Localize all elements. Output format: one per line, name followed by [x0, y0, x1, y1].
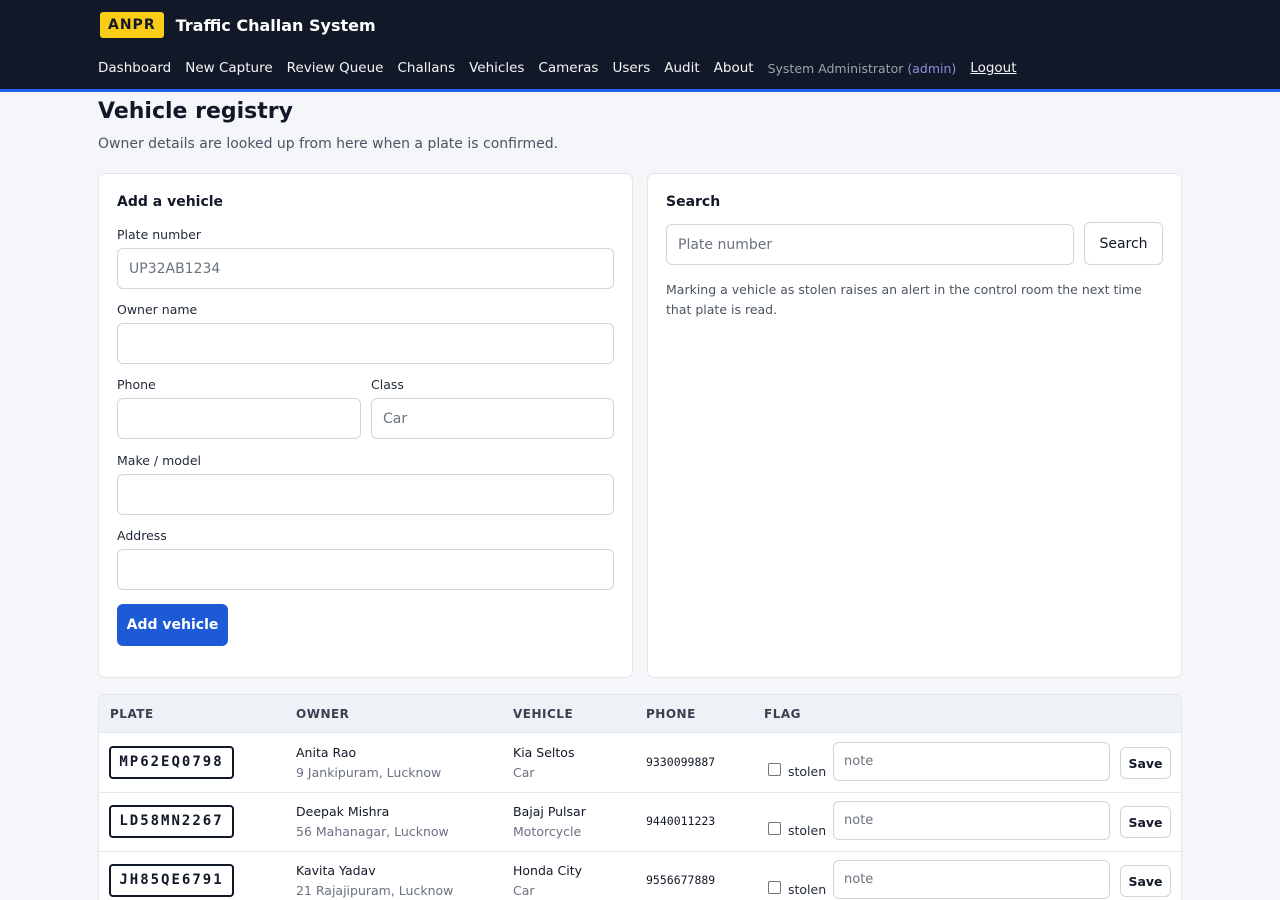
logout-link[interactable]: Logout — [970, 60, 1016, 76]
note-input[interactable] — [833, 742, 1110, 781]
vehicle-model: Honda City — [513, 863, 583, 878]
vehicle-model: Kia Seltos — [513, 745, 575, 760]
table-row: JH85QE6791 Kavita Yadav 21 Rajajipuram, … — [99, 851, 1181, 900]
phone-number: 9556677889 — [646, 873, 716, 887]
owner-name: Anita Rao — [296, 745, 357, 760]
phone-number: 9330099887 — [646, 755, 716, 769]
stolen-label: stolen — [788, 823, 827, 838]
plate-label: Plate number — [117, 227, 202, 242]
column-header-vehicle: VEHICLE — [513, 707, 574, 721]
save-button[interactable]: Save — [1120, 806, 1171, 838]
stolen-label: stolen — [788, 764, 827, 779]
app-title: Traffic Challan System — [175, 15, 376, 35]
stolen-checkbox[interactable] — [768, 763, 781, 776]
owner-label: Owner name — [117, 302, 198, 317]
table-row: MP62EQ0798 Anita Rao 9 Jankipuram, Luckn… — [99, 733, 1181, 793]
plate-badge: JH85QE6791 — [109, 864, 234, 897]
column-header-phone: PHONE — [646, 707, 696, 721]
anpr-badge: ANPR — [100, 12, 164, 38]
table-row: LD58MN2267 Deepak Mishra 56 Mahanagar, L… — [99, 792, 1181, 852]
owner-name: Kavita Yadav — [296, 863, 376, 878]
top-navbar: ANPR Traffic Challan System Dashboard Ne… — [0, 0, 1280, 92]
plate-badge: LD58MN2267 — [109, 805, 234, 838]
brand[interactable]: ANPR Traffic Challan System — [100, 12, 376, 38]
make-model-input[interactable] — [117, 474, 614, 515]
owner-name: Deepak Mishra — [296, 804, 390, 819]
save-button[interactable]: Save — [1120, 865, 1171, 897]
make-model-label: Make / model — [117, 453, 202, 468]
owner-address: 21 Rajajipuram, Lucknow — [296, 883, 454, 898]
note-input[interactable] — [833, 860, 1110, 899]
nav-vehicles[interactable]: Vehicles — [469, 60, 524, 76]
search-heading: Search — [666, 194, 721, 210]
stolen-label: stolen — [788, 882, 827, 897]
vehicle-model: Bajaj Pulsar — [513, 804, 586, 819]
add-vehicle-heading: Add a vehicle — [117, 194, 224, 210]
main-nav: Dashboard New Capture Review Queue Chall… — [98, 60, 1031, 76]
nav-challans[interactable]: Challans — [397, 60, 455, 76]
plate-badge: MP62EQ0798 — [109, 746, 234, 779]
phone-input[interactable] — [117, 398, 361, 439]
nav-new-capture[interactable]: New Capture — [185, 60, 272, 76]
stolen-alert-hint: Marking a vehicle as stolen raises an al… — [666, 282, 1142, 317]
class-label: Class — [371, 377, 404, 392]
current-user: System Administrator (admin) — [768, 61, 957, 76]
owner-address: 9 Jankipuram, Lucknow — [296, 765, 442, 780]
vehicle-class: Car — [513, 765, 535, 780]
search-button[interactable]: Search — [1084, 222, 1163, 265]
vehicle-table: PLATE OWNER VEHICLE PHONE FLAG MP62EQ079… — [98, 694, 1182, 900]
phone-number: 9440011223 — [646, 814, 716, 828]
owner-address: 56 Mahanagar, Lucknow — [296, 824, 449, 839]
class-input[interactable] — [371, 398, 614, 439]
vehicle-class: Car — [513, 883, 535, 898]
nav-dashboard[interactable]: Dashboard — [98, 60, 171, 76]
column-header-plate: PLATE — [110, 707, 154, 721]
save-button[interactable]: Save — [1120, 747, 1171, 779]
column-header-flag: FLAG — [764, 707, 801, 721]
stolen-checkbox[interactable] — [768, 822, 781, 835]
phone-label: Phone — [117, 377, 156, 392]
search-plate-input[interactable] — [666, 224, 1074, 265]
page-subtitle: Owner details are looked up from here wh… — [98, 136, 559, 152]
page-title: Vehicle registry — [98, 99, 293, 124]
nav-review-queue[interactable]: Review Queue — [287, 60, 384, 76]
user-name: System Administrator — [767, 60, 904, 76]
nav-cameras[interactable]: Cameras — [538, 60, 598, 76]
add-vehicle-card: Add a vehicle Plate number Owner name Ph… — [98, 173, 633, 678]
address-label: Address — [117, 528, 167, 543]
vehicle-class: Motorcycle — [513, 824, 582, 839]
stolen-checkbox[interactable] — [768, 881, 781, 894]
note-input[interactable] — [833, 801, 1110, 840]
owner-name-input[interactable] — [117, 323, 614, 364]
table-header: PLATE OWNER VEHICLE PHONE FLAG — [99, 695, 1181, 733]
add-vehicle-button[interactable]: Add vehicle — [117, 604, 228, 646]
column-header-owner: OWNER — [296, 707, 350, 721]
nav-users[interactable]: Users — [612, 60, 650, 76]
search-card: Search Search Marking a vehicle as stole… — [647, 173, 1182, 678]
nav-about[interactable]: About — [714, 60, 754, 76]
address-input[interactable] — [117, 549, 614, 590]
user-role: (admin) — [907, 60, 957, 76]
nav-audit[interactable]: Audit — [664, 60, 699, 76]
plate-input[interactable] — [117, 248, 614, 289]
